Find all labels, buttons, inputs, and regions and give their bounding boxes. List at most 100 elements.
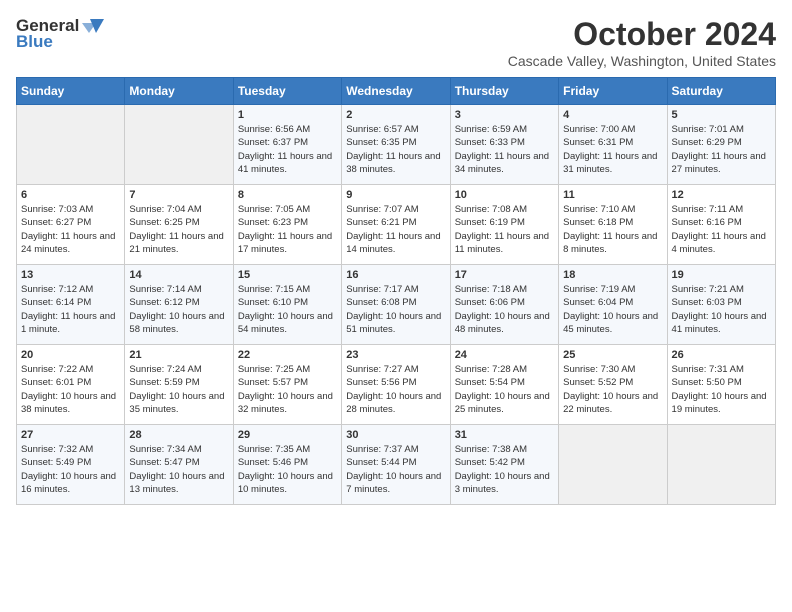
day-number: 12 xyxy=(672,189,771,201)
day-content: Sunrise: 7:35 AMSunset: 5:46 PMDaylight:… xyxy=(238,443,337,496)
day-content: Sunrise: 7:07 AMSunset: 6:21 PMDaylight:… xyxy=(346,203,445,256)
day-of-week-header: Saturday xyxy=(667,78,775,105)
day-number: 19 xyxy=(672,269,771,281)
day-number: 11 xyxy=(563,189,662,201)
day-content: Sunrise: 7:17 AMSunset: 6:08 PMDaylight:… xyxy=(346,283,445,336)
logo-blue: Blue xyxy=(16,32,53,52)
day-content: Sunrise: 7:31 AMSunset: 5:50 PMDaylight:… xyxy=(672,363,771,416)
day-number: 29 xyxy=(238,429,337,441)
calendar-cell: 14Sunrise: 7:14 AMSunset: 6:12 PMDayligh… xyxy=(125,265,233,345)
day-number: 25 xyxy=(563,349,662,361)
day-number: 16 xyxy=(346,269,445,281)
day-content: Sunrise: 7:27 AMSunset: 5:56 PMDaylight:… xyxy=(346,363,445,416)
calendar-cell: 9 Sunrise: 7:07 AMSunset: 6:21 PMDaylight… xyxy=(342,185,450,265)
day-number: 17 xyxy=(455,269,554,281)
calendar-cell: 12 Sunrise: 7:11 AMSunset: 6:16 PMDayligh… xyxy=(667,185,775,265)
day-content: Sunrise: 7:38 AMSunset: 5:42 PMDaylight:… xyxy=(455,443,554,496)
calendar-cell: 11 Sunrise: 7:10 AMSunset: 6:18 PMDayligh… xyxy=(559,185,667,265)
day-number: 9 xyxy=(346,189,445,201)
day-content: Sunrise: 7:11 AMSunset: 6:16 PMDaylight:… xyxy=(672,203,771,256)
day-number: 21 xyxy=(129,349,228,361)
calendar-cell: 21 Sunrise: 7:24 AMSunset: 5:59 PMDayligh… xyxy=(125,345,233,425)
calendar-cell: 3Sunrise: 6:59 AMSunset: 6:33 PMDaylight… xyxy=(450,105,558,185)
calendar-cell: 13 Sunrise: 7:12 AMSunset: 6:14 PMDayligh… xyxy=(17,265,125,345)
day-content: Sunrise: 7:21 AMSunset: 6:03 PMDaylight:… xyxy=(672,283,771,336)
calendar-cell xyxy=(17,105,125,185)
day-content: Sunrise: 7:05 AMSunset: 6:23 PMDaylight:… xyxy=(238,203,337,256)
calendar-cell: 16 Sunrise: 7:17 AMSunset: 6:08 PMDayligh… xyxy=(342,265,450,345)
calendar-header: SundayMondayTuesdayWednesdayThursdayFrid… xyxy=(17,78,776,105)
day-number: 18 xyxy=(563,269,662,281)
calendar-cell: 15Sunrise: 7:15 AMSunset: 6:10 PMDayligh… xyxy=(233,265,341,345)
day-number: 26 xyxy=(672,349,771,361)
day-number: 24 xyxy=(455,349,554,361)
calendar-cell: 10 Sunrise: 7:08 AMSunset: 6:19 PMDayligh… xyxy=(450,185,558,265)
day-content: Sunrise: 7:04 AMSunset: 6:25 PMDaylight:… xyxy=(129,203,228,256)
calendar-cell: 6Sunrise: 7:03 AMSunset: 6:27 PMDaylight… xyxy=(17,185,125,265)
day-content: Sunrise: 7:24 AMSunset: 5:59 PMDaylight:… xyxy=(129,363,228,416)
calendar-cell: 2 Sunrise: 6:57 AMSunset: 6:35 PMDaylight… xyxy=(342,105,450,185)
day-content: Sunrise: 7:12 AMSunset: 6:14 PMDaylight:… xyxy=(21,283,120,336)
day-number: 4 xyxy=(563,109,662,121)
logo-icon xyxy=(82,17,104,35)
day-content: Sunrise: 7:10 AMSunset: 6:18 PMDaylight:… xyxy=(563,203,662,256)
day-number: 10 xyxy=(455,189,554,201)
calendar-week-row: 13 Sunrise: 7:12 AMSunset: 6:14 PMDayligh… xyxy=(17,265,776,345)
calendar-cell: 24 Sunrise: 7:28 AMSunset: 5:54 PMDayligh… xyxy=(450,345,558,425)
day-of-week-header: Tuesday xyxy=(233,78,341,105)
day-number: 6 xyxy=(21,189,120,201)
calendar-body: 1 Sunrise: 6:56 AMSunset: 6:37 PMDaylight… xyxy=(17,105,776,505)
calendar-cell: 26 Sunrise: 7:31 AMSunset: 5:50 PMDayligh… xyxy=(667,345,775,425)
calendar-cell: 19 Sunrise: 7:21 AMSunset: 6:03 PMDayligh… xyxy=(667,265,775,345)
day-number: 13 xyxy=(21,269,120,281)
day-of-week-header: Monday xyxy=(125,78,233,105)
day-of-week-header: Wednesday xyxy=(342,78,450,105)
calendar-cell xyxy=(667,425,775,505)
calendar-week-row: 6Sunrise: 7:03 AMSunset: 6:27 PMDaylight… xyxy=(17,185,776,265)
calendar-cell: 28Sunrise: 7:34 AMSunset: 5:47 PMDayligh… xyxy=(125,425,233,505)
day-content: Sunrise: 7:22 AMSunset: 6:01 PMDaylight:… xyxy=(21,363,120,416)
day-content: Sunrise: 7:14 AMSunset: 6:12 PMDaylight:… xyxy=(129,283,228,336)
calendar-cell: 25 Sunrise: 7:30 AMSunset: 5:52 PMDayligh… xyxy=(559,345,667,425)
day-content: Sunrise: 7:28 AMSunset: 5:54 PMDaylight:… xyxy=(455,363,554,416)
calendar-cell: 4Sunrise: 7:00 AMSunset: 6:31 PMDaylight… xyxy=(559,105,667,185)
day-number: 22 xyxy=(238,349,337,361)
calendar-cell: 20 Sunrise: 7:22 AMSunset: 6:01 PMDayligh… xyxy=(17,345,125,425)
calendar-cell: 31 Sunrise: 7:38 AMSunset: 5:42 PMDayligh… xyxy=(450,425,558,505)
calendar-cell: 5Sunrise: 7:01 AMSunset: 6:29 PMDaylight… xyxy=(667,105,775,185)
day-content: Sunrise: 6:56 AMSunset: 6:37 PMDaylight:… xyxy=(238,123,337,176)
day-number: 27 xyxy=(21,429,120,441)
day-number: 7 xyxy=(129,189,228,201)
title-area: October 2024 Cascade Valley, Washington,… xyxy=(508,16,776,69)
calendar-table: SundayMondayTuesdayWednesdayThursdayFrid… xyxy=(16,77,776,505)
day-content: Sunrise: 7:30 AMSunset: 5:52 PMDaylight:… xyxy=(563,363,662,416)
day-of-week-header: Sunday xyxy=(17,78,125,105)
day-number: 1 xyxy=(238,109,337,121)
day-of-week-header: Friday xyxy=(559,78,667,105)
calendar-cell: 22 Sunrise: 7:25 AMSunset: 5:57 PMDayligh… xyxy=(233,345,341,425)
day-number: 20 xyxy=(21,349,120,361)
calendar-week-row: 1 Sunrise: 6:56 AMSunset: 6:37 PMDaylight… xyxy=(17,105,776,185)
calendar-cell xyxy=(559,425,667,505)
calendar-cell: 8 Sunrise: 7:05 AMSunset: 6:23 PMDaylight… xyxy=(233,185,341,265)
calendar-cell: 30Sunrise: 7:37 AMSunset: 5:44 PMDayligh… xyxy=(342,425,450,505)
day-content: Sunrise: 7:08 AMSunset: 6:19 PMDaylight:… xyxy=(455,203,554,256)
day-number: 8 xyxy=(238,189,337,201)
day-number: 30 xyxy=(346,429,445,441)
calendar-cell: 23Sunrise: 7:27 AMSunset: 5:56 PMDayligh… xyxy=(342,345,450,425)
month-title: October 2024 xyxy=(508,16,776,53)
day-number: 28 xyxy=(129,429,228,441)
day-of-week-header: Thursday xyxy=(450,78,558,105)
day-number: 5 xyxy=(672,109,771,121)
day-content: Sunrise: 6:57 AMSunset: 6:35 PMDaylight:… xyxy=(346,123,445,176)
logo: General Blue xyxy=(16,16,104,52)
calendar-cell: 7 Sunrise: 7:04 AMSunset: 6:25 PMDaylight… xyxy=(125,185,233,265)
header-row: SundayMondayTuesdayWednesdayThursdayFrid… xyxy=(17,78,776,105)
calendar-cell: 17Sunrise: 7:18 AMSunset: 6:06 PMDayligh… xyxy=(450,265,558,345)
calendar-cell: 1 Sunrise: 6:56 AMSunset: 6:37 PMDaylight… xyxy=(233,105,341,185)
day-content: Sunrise: 7:25 AMSunset: 5:57 PMDaylight:… xyxy=(238,363,337,416)
day-number: 2 xyxy=(346,109,445,121)
calendar-cell: 29 Sunrise: 7:35 AMSunset: 5:46 PMDayligh… xyxy=(233,425,341,505)
day-number: 31 xyxy=(455,429,554,441)
day-content: Sunrise: 7:19 AMSunset: 6:04 PMDaylight:… xyxy=(563,283,662,336)
